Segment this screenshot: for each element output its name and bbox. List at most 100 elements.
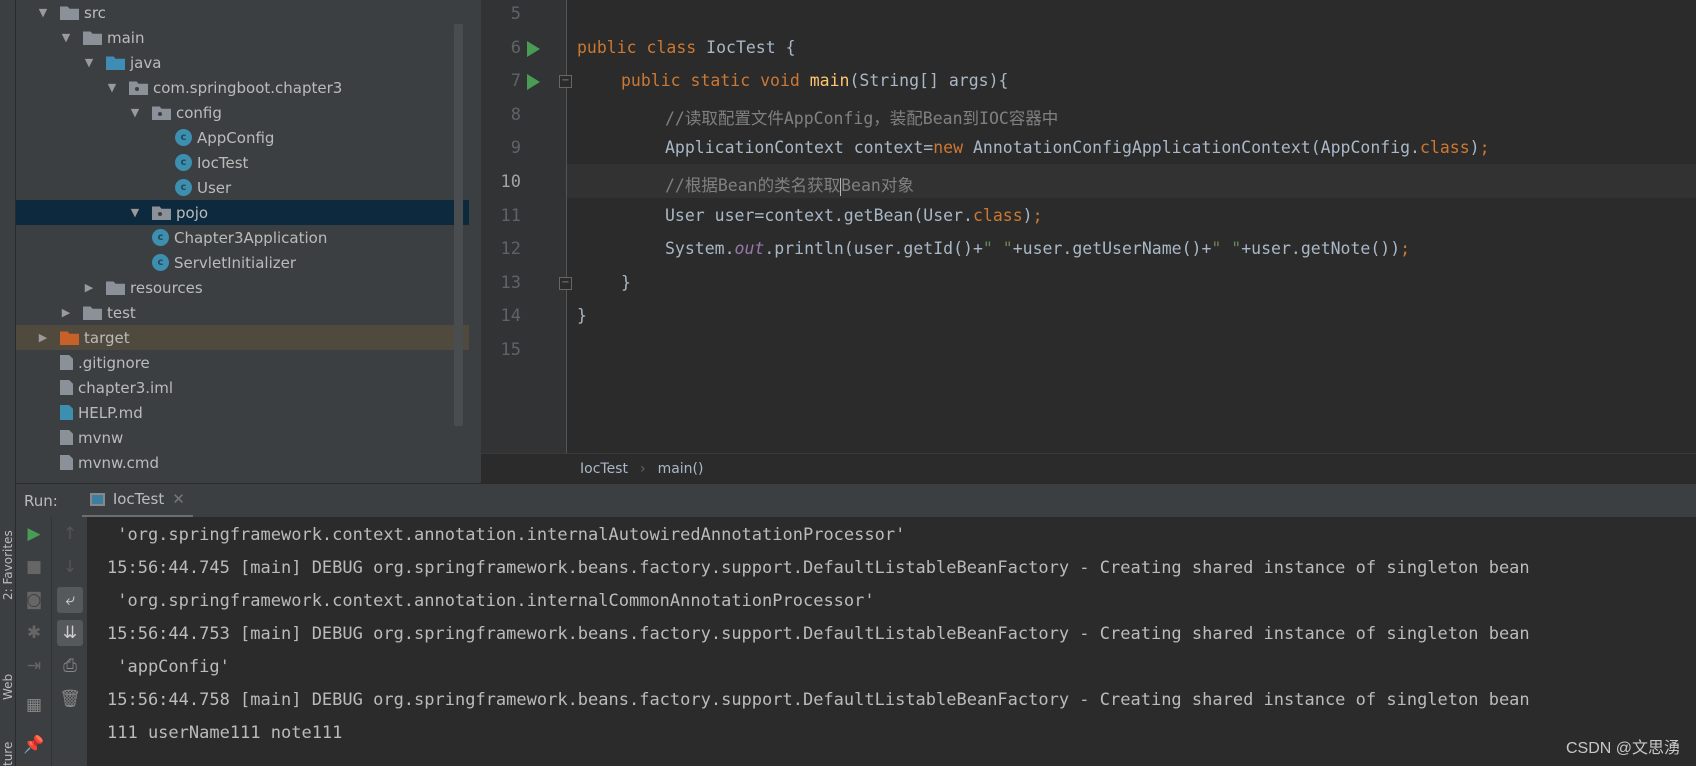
tree-item-label: chapter3.iml bbox=[78, 378, 174, 397]
tree-item[interactable]: HELP.md bbox=[16, 400, 469, 425]
line-number: 11 bbox=[500, 205, 521, 226]
code-token: ; bbox=[1032, 205, 1043, 225]
gutter-divider bbox=[566, 0, 567, 453]
tree-item-label: java bbox=[130, 53, 162, 72]
code-token: IocTest { bbox=[706, 37, 796, 57]
code-line: System.out.println(user.getId()+" "+user… bbox=[665, 239, 1410, 258]
expand-arrow-icon[interactable]: ▼ bbox=[82, 56, 96, 69]
tree-item[interactable]: ▼ src bbox=[16, 0, 469, 25]
code-line: ApplicationContext context=new Annotatio… bbox=[665, 138, 1490, 157]
shell-file-icon bbox=[60, 430, 73, 445]
expand-arrow-icon[interactable]: ▶ bbox=[82, 281, 96, 294]
camera-icon[interactable]: ◙ bbox=[21, 587, 47, 613]
code-line: } bbox=[621, 273, 631, 292]
scroll-to-end-icon[interactable]: ⇊ bbox=[57, 620, 83, 646]
tree-item[interactable]: ▼ config bbox=[16, 100, 469, 125]
tree-item[interactable]: chapter3.iml bbox=[16, 375, 469, 400]
class-icon: c bbox=[152, 229, 169, 246]
code-token: ) bbox=[1022, 205, 1033, 225]
up-arrow-icon[interactable]: ↑ bbox=[57, 521, 83, 547]
tree-item[interactable]: mvnw.cmd bbox=[16, 450, 469, 475]
code-line: public static void main(String[] args){ bbox=[621, 71, 1008, 90]
run-gutter-icon[interactable] bbox=[527, 40, 540, 57]
code-token: class bbox=[972, 205, 1023, 225]
code-token: ApplicationContext context= bbox=[665, 138, 934, 158]
class-icon: c bbox=[175, 179, 192, 196]
soft-wrap-icon[interactable]: ⤶ bbox=[57, 587, 83, 613]
expand-arrow-icon[interactable]: ▶ bbox=[59, 306, 73, 319]
tree-item-label: AppConfig bbox=[197, 128, 275, 147]
print-icon[interactable]: ⎙ bbox=[57, 653, 83, 679]
run-gutter-icon[interactable] bbox=[527, 74, 540, 91]
expand-arrow-icon[interactable]: ▼ bbox=[128, 106, 142, 119]
code-token: new bbox=[933, 138, 973, 158]
breadcrumb-method[interactable]: main() bbox=[658, 461, 704, 477]
expand-arrow-icon[interactable]: ▼ bbox=[105, 81, 119, 94]
debug-icon[interactable]: ✱ bbox=[21, 620, 47, 646]
stop-icon[interactable]: ■ bbox=[21, 554, 47, 580]
code-token: AnnotationConfigApplicationContext(AppCo… bbox=[972, 138, 1420, 158]
expand-arrow-icon[interactable]: ▶ bbox=[36, 331, 50, 344]
tree-item[interactable]: ▶ target bbox=[16, 325, 469, 350]
tree-item[interactable]: ▶ resources bbox=[16, 275, 469, 300]
structure-tool-tab[interactable]: ture bbox=[1, 742, 15, 766]
markdown-file-icon bbox=[60, 405, 73, 420]
expand-arrow-icon[interactable]: ▼ bbox=[59, 31, 73, 44]
tree-item[interactable]: ▼ java bbox=[16, 50, 469, 75]
code-token: public class bbox=[577, 37, 707, 57]
tree-item[interactable]: c AppConfig bbox=[16, 125, 469, 150]
class-icon: c bbox=[175, 154, 192, 171]
package-icon bbox=[129, 81, 148, 95]
rerun-icon[interactable]: ▶ bbox=[21, 521, 47, 547]
code-line: //读取配置文件AppConfig，装配Bean到IOC容器中 bbox=[665, 105, 1058, 129]
editor-breadcrumb: IocTest › main() bbox=[481, 453, 1696, 483]
code-token: main bbox=[809, 71, 850, 91]
breadcrumb-class[interactable]: IocTest bbox=[580, 461, 628, 477]
tree-item[interactable]: ▼ pojo bbox=[16, 200, 469, 225]
code-token: //根据Bean的类名获取 bbox=[665, 176, 841, 195]
tree-item[interactable]: ▶ test bbox=[16, 300, 469, 325]
expand-arrow-icon[interactable]: ▼ bbox=[36, 6, 50, 19]
pin-icon[interactable]: 📌 bbox=[21, 732, 47, 758]
source-folder-icon bbox=[106, 56, 125, 70]
expand-arrow-icon[interactable]: ▼ bbox=[128, 206, 142, 219]
tree-item[interactable]: c User bbox=[16, 175, 469, 200]
console-line: 111 userName111 note111 bbox=[107, 723, 343, 743]
package-icon bbox=[152, 106, 171, 120]
tree-item[interactable]: c IocTest bbox=[16, 150, 469, 175]
code-token: " " bbox=[1211, 239, 1242, 259]
code-token: } bbox=[621, 272, 631, 292]
exit-icon[interactable]: ⇥ bbox=[21, 653, 47, 679]
code-token: +user.getUserName()+ bbox=[1012, 239, 1212, 259]
down-arrow-icon[interactable]: ↓ bbox=[57, 554, 83, 580]
tree-item[interactable]: ▼ main bbox=[16, 25, 469, 50]
tree-item[interactable]: c ServletInitializer bbox=[16, 250, 469, 275]
run-label: Run: bbox=[24, 491, 58, 510]
line-number: 14 bbox=[500, 306, 521, 327]
tree-item-label: test bbox=[107, 303, 136, 322]
trash-icon[interactable]: 🗑 bbox=[57, 686, 83, 712]
tree-item[interactable]: mvnw bbox=[16, 425, 469, 450]
tree-item[interactable]: c Chapter3Application bbox=[16, 225, 469, 250]
tree-scrollbar[interactable] bbox=[454, 24, 463, 426]
run-tab[interactable]: IocTest ✕ bbox=[81, 484, 193, 518]
console-output[interactable]: 'org.springframework.context.annotation.… bbox=[87, 517, 1696, 766]
fold-icon[interactable]: − bbox=[559, 75, 572, 89]
tree-item[interactable]: ▼ com.springboot.chapter3 bbox=[16, 75, 469, 100]
tree-item-label: IocTest bbox=[197, 153, 249, 172]
fold-icon[interactable]: − bbox=[559, 276, 572, 290]
class-icon: c bbox=[175, 129, 192, 146]
code-editor[interactable]: public class IocTest { public static void… bbox=[567, 0, 1696, 453]
code-line: } bbox=[577, 306, 587, 325]
favorites-tool-tab[interactable]: 2: Favorites bbox=[1, 530, 15, 600]
layout-icon[interactable]: ▦ bbox=[21, 692, 47, 718]
code-token: Bean对象 bbox=[841, 176, 914, 195]
close-icon[interactable]: ✕ bbox=[172, 490, 185, 508]
code-line: //根据Bean的类名获取Bean对象 bbox=[665, 172, 914, 196]
package-icon bbox=[152, 206, 171, 220]
tree-item[interactable]: .gitignore bbox=[16, 350, 469, 375]
line-number: 13 bbox=[500, 272, 521, 293]
left-tool-strip: 2: Favorites Web ture bbox=[0, 0, 16, 766]
editor-gutter: 5 6 7 8 9 10 11 12 13 14 15 bbox=[481, 0, 566, 455]
web-tool-tab[interactable]: Web bbox=[1, 674, 15, 700]
